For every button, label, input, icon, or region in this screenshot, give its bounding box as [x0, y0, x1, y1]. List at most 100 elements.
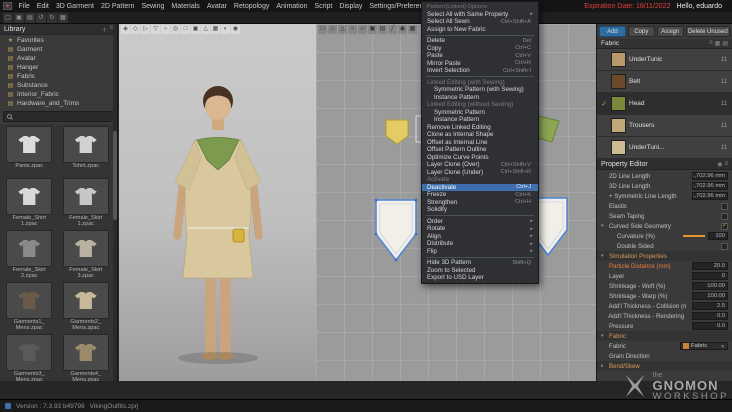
- property-row[interactable]: Fabric Fabric Fabric ▼: [597, 341, 732, 351]
- library-asset[interactable]: Tshirt.zpac: [59, 126, 114, 176]
- property-value-field[interactable]: 0.0: [692, 312, 728, 320]
- fabric-thumbnail[interactable]: [611, 74, 626, 89]
- pin-tool-icon[interactable]: ▽: [151, 25, 160, 34]
- library-tree-item[interactable]: ▤ Hanger: [0, 63, 117, 72]
- checkbox[interactable]: [721, 202, 728, 210]
- context-menu-item[interactable]: Zoom to Selected: [422, 267, 538, 275]
- property-editor-header[interactable]: Property Editor ◉ ≡: [597, 159, 732, 170]
- library-tree-item[interactable]: ▤ Substance: [0, 81, 117, 90]
- property-value-field[interactable]: 1,702.96 mm: [692, 182, 728, 190]
- zoom-tool-icon[interactable]: ○: [161, 25, 170, 34]
- property-value-field[interactable]: 20.0: [692, 262, 728, 270]
- property-value-field[interactable]: 1,702.96 mm: [692, 192, 728, 200]
- property-row[interactable]: Add'l Thickness - Collision (mm) 2.5 2.5…: [597, 301, 732, 311]
- new-file-icon[interactable]: ▢: [3, 12, 13, 23]
- viewport-3d[interactable]: ◈ ◇ ▷ ▽ ○ ◎ □ ▣ △ ▦ ◐ ◉: [119, 24, 316, 381]
- library-asset[interactable]: Female_Shirt 1.zpac: [2, 178, 57, 228]
- select-tool-icon[interactable]: ◈: [121, 25, 130, 34]
- edit-pattern-icon[interactable]: ◇: [328, 25, 337, 34]
- context-menu-item[interactable]: Pattern(Linked) Options: [422, 3, 538, 11]
- menu-item[interactable]: File: [15, 3, 33, 10]
- panel-menu-icon[interactable]: ≡: [724, 161, 728, 168]
- avatar-3d[interactable]: [133, 40, 303, 370]
- property-row[interactable]: + Symmetric Line Length 1,702.96 mm 1,70…: [597, 191, 732, 201]
- menu-item[interactable]: Display: [336, 3, 366, 10]
- checkbox[interactable]: [721, 212, 728, 220]
- context-menu-item[interactable]: Delete Del: [422, 37, 538, 45]
- expander-icon[interactable]: ▾: [601, 333, 606, 339]
- property-value-field[interactable]: 1,702.96 mm: [692, 172, 728, 180]
- fabric-row[interactable]: ✓ Head 11: [597, 93, 732, 115]
- asset-thumbnail[interactable]: [6, 334, 53, 371]
- context-menu-item[interactable]: Distribute ▸: [422, 240, 538, 248]
- property-row[interactable]: ▾ Fabric ▼: [597, 331, 732, 341]
- fabric-action-button[interactable]: Add: [599, 26, 626, 37]
- context-menu-item[interactable]: Freeze Ctrl+K: [422, 191, 538, 199]
- asset-thumbnail[interactable]: [6, 282, 53, 319]
- library-asset[interactable]: Female_Skirt 2.zpac: [2, 230, 57, 280]
- context-menu-item[interactable]: Select All with Same Property ▸: [422, 11, 538, 19]
- library-scrollbar[interactable]: [113, 24, 117, 381]
- library-tree-item[interactable]: ▤ Interior_Fabric: [0, 90, 117, 99]
- dart-tool-icon[interactable]: ◉: [398, 25, 407, 34]
- library-search-input[interactable]: [3, 111, 114, 122]
- library-tree-item[interactable]: ▤ Garment: [0, 45, 117, 54]
- context-menu-item[interactable]: Rotate ▸: [422, 225, 538, 233]
- context-menu-item[interactable]: Deactivate Ctrl+J: [422, 183, 538, 191]
- property-row[interactable]: Shrinkage - Warp (%) 100.00 100.00▼: [597, 291, 732, 301]
- context-menu-item[interactable]: Solidify: [422, 206, 538, 214]
- property-row[interactable]: Layer 0 0▼: [597, 271, 732, 281]
- transform-pattern-icon[interactable]: □: [318, 25, 327, 34]
- asset-thumbnail[interactable]: [62, 334, 109, 371]
- property-value-field[interactable]: 100: [708, 232, 728, 240]
- pin-icon[interactable]: ◉: [717, 161, 722, 168]
- library-asset[interactable]: Garments3_ Mens.zpac: [2, 334, 57, 381]
- context-menu-item[interactable]: Activate: [422, 176, 538, 184]
- fabric-thumbnail[interactable]: [611, 96, 626, 111]
- menu-item[interactable]: 3D Garment: [52, 3, 97, 10]
- property-row[interactable]: 2D Line Length 1,702.96 mm 1,702.96 mm▼: [597, 171, 732, 181]
- context-menu-item[interactable]: Mirror Paste Ctrl+R: [422, 60, 538, 68]
- property-row[interactable]: Shrinkage - Weft (%) 100.00 100.00▼: [597, 281, 732, 291]
- context-menu-item[interactable]: Optimize Curve Points: [422, 154, 538, 162]
- property-row[interactable]: Particle Distance (mm) 20.0 20.0▼: [597, 261, 732, 271]
- undo-icon[interactable]: ↺: [36, 12, 46, 23]
- library-tree-item[interactable]: ▤ Hardware_and_Trims: [0, 99, 117, 108]
- redo-icon[interactable]: ↻: [47, 12, 57, 23]
- asset-thumbnail[interactable]: [62, 230, 109, 267]
- grid-icon[interactable]: ▦: [211, 25, 220, 34]
- rectangle-tool-icon[interactable]: ▣: [368, 25, 377, 34]
- property-value-field[interactable]: 0.0: [692, 322, 728, 330]
- texture-surface-icon[interactable]: ▣: [191, 25, 200, 34]
- open-file-icon[interactable]: ▣: [14, 12, 24, 23]
- show-avatar-icon[interactable]: ◎: [171, 25, 180, 34]
- display-settings-icon[interactable]: ▦: [58, 12, 68, 23]
- checkbox[interactable]: [721, 242, 728, 250]
- menu-item[interactable]: Edit: [33, 3, 52, 10]
- property-row[interactable]: Elastic ▼: [597, 201, 732, 211]
- fabric-select[interactable]: Fabric ▼: [680, 342, 728, 350]
- asset-thumbnail[interactable]: [62, 126, 109, 163]
- property-row[interactable]: Curvature (%) 100 100▼: [597, 231, 732, 241]
- context-menu-item[interactable]: Align ▸: [422, 233, 538, 241]
- wireframe-icon[interactable]: △: [201, 25, 210, 34]
- list-view-icon[interactable]: ≡: [709, 40, 713, 47]
- context-menu-item[interactable]: Instance Pattern: [422, 116, 538, 124]
- library-panel-header[interactable]: Library ＋ ≡: [0, 24, 117, 35]
- library-asset[interactable]: Female_Skirt 3.zpac: [59, 230, 114, 280]
- context-menu-item[interactable]: Clone as Internal Shape: [422, 131, 538, 139]
- library-asset[interactable]: Garments4_ Mens.zpac: [59, 334, 114, 381]
- library-tree-item[interactable]: ★ Favorites: [0, 36, 117, 45]
- library-asset[interactable]: Garments1_ Mens.zpac: [2, 282, 57, 332]
- library-tree-item[interactable]: ▤ Avatar: [0, 54, 117, 63]
- property-row[interactable]: ▸ Bend/Skew ▼: [597, 361, 732, 371]
- property-row[interactable]: Seam Taping ▼: [597, 211, 732, 221]
- context-menu-item[interactable]: Layer Clone (Over) Ctrl+Shift+V: [422, 161, 538, 169]
- context-menu-item[interactable]: Export to USD Layer: [422, 274, 538, 282]
- menu-item[interactable]: Materials: [168, 3, 203, 10]
- property-row[interactable]: Add'l Thickness - Rendering (mm) 0.0 0.0…: [597, 311, 732, 321]
- asset-thumbnail[interactable]: [6, 126, 53, 163]
- add-library-icon[interactable]: ＋: [101, 25, 107, 34]
- property-row[interactable]: Grain Direction ▼: [597, 351, 732, 361]
- fabric-row[interactable]: Belt 11: [597, 71, 732, 93]
